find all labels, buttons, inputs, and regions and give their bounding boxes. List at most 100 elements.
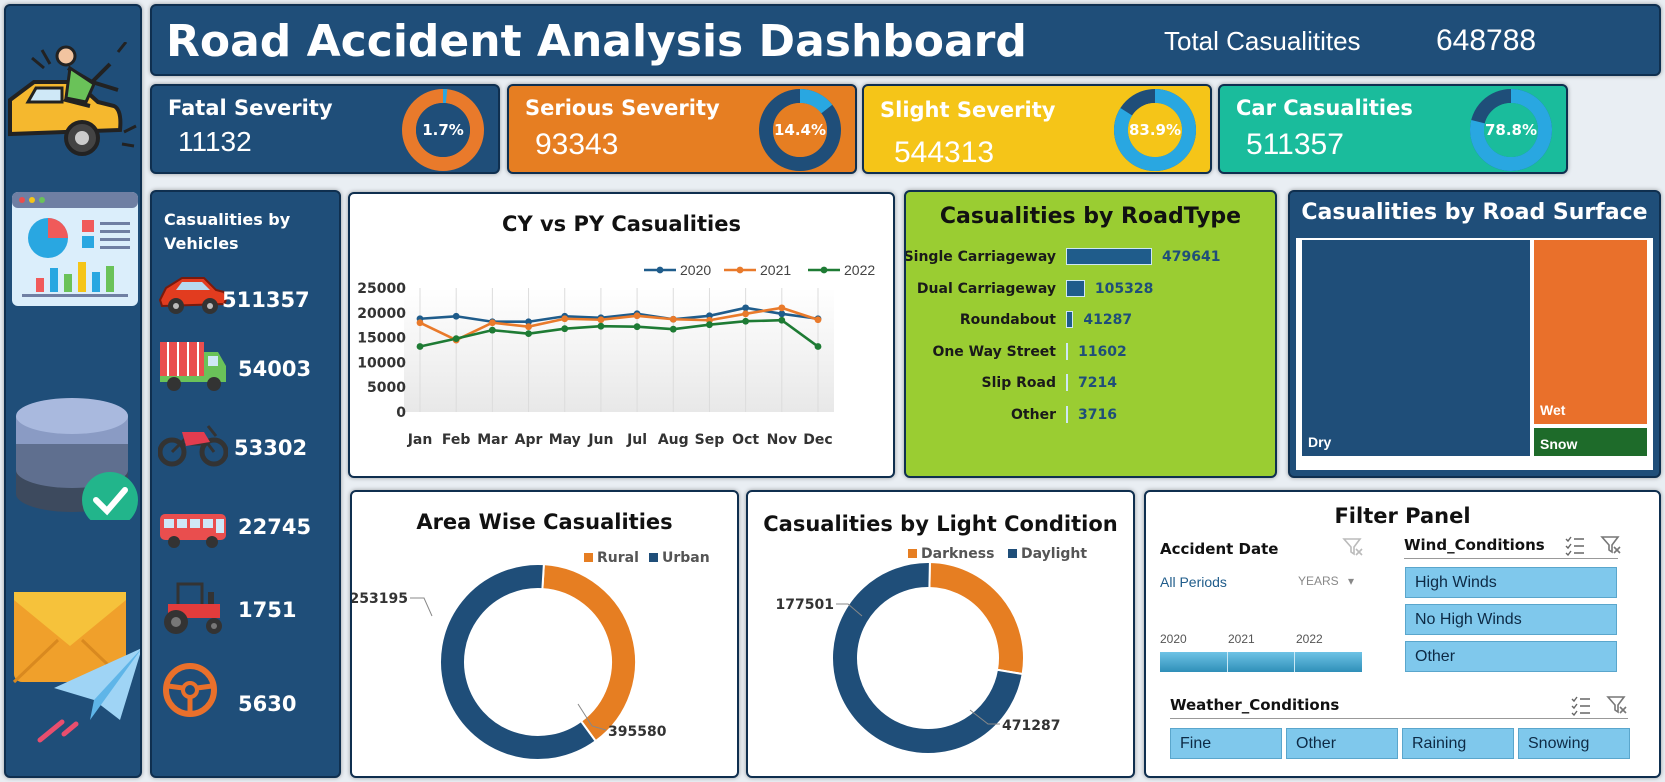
donut-slice	[541, 563, 637, 743]
wind-option-button[interactable]: Other	[1405, 641, 1617, 672]
kpi-title: Slight Severity	[880, 98, 1056, 122]
kpi-title: Car Casualities	[1236, 96, 1413, 120]
multi-select-icon[interactable]	[1564, 534, 1586, 556]
area-wise-chart: Area Wise Casualities 253195 395580 Rural U…	[350, 490, 739, 778]
data-point	[597, 322, 605, 330]
legend-label: Daylight	[1021, 546, 1087, 562]
clear-filter-icon[interactable]	[1600, 534, 1622, 556]
bar[interactable]	[1066, 374, 1068, 391]
treemap-label: Wet	[1540, 402, 1566, 418]
kpi-value: 511357	[1246, 128, 1344, 161]
bar-category-label: Roundabout	[959, 312, 1056, 328]
data-point	[669, 315, 677, 323]
bar[interactable]	[1066, 405, 1068, 423]
header-bar: Road Accident Analysis Dashboard Total C…	[150, 4, 1661, 76]
left-sidebar	[4, 4, 142, 778]
weather-option-button[interactable]: Raining	[1402, 728, 1514, 759]
wind-option-button[interactable]: High Winds	[1405, 567, 1617, 598]
dashboard-chart-icon[interactable]	[12, 192, 138, 306]
wind-option-button[interactable]: No High Winds	[1405, 604, 1617, 635]
weather-option-button[interactable]: Other	[1286, 728, 1398, 759]
timeline-bar[interactable]	[1160, 652, 1362, 672]
donut-slice	[928, 560, 1025, 676]
vehicles-panel: Casualities by Vehicles 511357 54003 533…	[150, 190, 341, 778]
bar-value-label: 7214	[1078, 375, 1117, 391]
accident-date-label: Accident Date	[1160, 540, 1279, 558]
kpi-title: Fatal Severity	[168, 96, 333, 120]
data-point	[488, 326, 496, 334]
kpi-donut: 83.9%	[1114, 89, 1196, 171]
kpi-donut-label: 78.8%	[1485, 121, 1537, 139]
treemap-cell-wet[interactable]: Wet	[1534, 240, 1647, 424]
wind-conditions-label: Wind_Conditions	[1404, 536, 1545, 554]
timeline-year: 2022	[1296, 632, 1323, 646]
y-tick-label: 25000	[357, 281, 406, 297]
database-check-icon[interactable]	[12, 390, 138, 520]
clear-filter-icon[interactable]	[1606, 694, 1628, 716]
bar[interactable]	[1066, 279, 1085, 297]
bar[interactable]	[1066, 311, 1074, 328]
treemap-cell-dry[interactable]: Dry	[1302, 240, 1530, 456]
kpi-card: Slight Severity 544313 83.9%	[862, 84, 1212, 174]
bar[interactable]	[1066, 248, 1152, 265]
legend-swatch	[1008, 549, 1017, 558]
mail-send-icon[interactable]	[10, 588, 142, 748]
data-point	[778, 310, 786, 318]
years-dropdown[interactable]: YEARS ▾	[1298, 574, 1354, 588]
all-periods-link[interactable]: All Periods	[1160, 574, 1227, 590]
vehicle-value: 5630	[238, 692, 297, 716]
road-type-rows: Single Carriageway 479641 Dual Carriageway…	[906, 192, 1275, 476]
x-tick-label: Apr	[515, 432, 543, 448]
data-point	[525, 323, 532, 331]
treemap-label: Dry	[1308, 434, 1332, 450]
clear-filter-icon[interactable]	[1342, 536, 1364, 558]
multi-select-icon[interactable]	[1570, 694, 1592, 716]
area-donut-svg: 253195 395580 Rural Urban	[352, 550, 710, 761]
vehicle-value: 22745	[238, 515, 312, 539]
data-point	[561, 315, 569, 323]
light-donut-svg: 177501 471287 Darkness Daylight	[776, 546, 1087, 755]
data-point	[742, 317, 750, 325]
bar-value-label: 41287	[1083, 312, 1133, 328]
bar-category-label: Other	[1011, 406, 1056, 423]
kpi-donut-label: 1.7%	[422, 121, 464, 139]
kpi-donut-label: 14.4%	[774, 121, 826, 139]
data-point	[416, 319, 424, 327]
treemap-cell-snow[interactable]: Snow	[1534, 428, 1647, 456]
legend-label: 2021	[760, 262, 791, 278]
kpi-card: Fatal Severity 11132 1.7%	[150, 84, 500, 174]
kpi-title: Serious Severity	[525, 96, 720, 120]
bar[interactable]	[1066, 342, 1069, 360]
timeline-year: 2021	[1228, 632, 1255, 646]
legend-label: 2022	[844, 262, 875, 278]
car-crash-icon[interactable]	[6, 42, 142, 162]
cy-vs-py-chart: CY vs PY Casualities Jan Feb Mar Apr May Jun J…	[348, 192, 895, 478]
kpi-value: 93343	[535, 128, 619, 161]
data-point	[706, 321, 713, 329]
y-tick-label: 10000	[357, 355, 406, 371]
x-tick-label: Jul	[626, 432, 647, 448]
weather-option-button[interactable]: Snowing	[1518, 728, 1630, 759]
page-title: Road Accident Analysis Dashboard	[166, 16, 1027, 67]
weather-conditions-label: Weather_Conditions	[1170, 696, 1340, 714]
data-point	[452, 312, 460, 320]
data-point	[561, 325, 569, 333]
filter-panel: Filter Panel Accident Date All Periods Y…	[1144, 490, 1661, 778]
data-point	[416, 343, 424, 350]
line-chart-svg: Jan Feb Mar Apr May Jun Jul Aug Sep Oct Nov Dec 2500…	[357, 262, 875, 448]
weather-option-button[interactable]: Fine	[1170, 728, 1282, 759]
data-point	[814, 343, 822, 350]
x-tick-label: Nov	[767, 432, 797, 448]
x-tick-label: Jan	[407, 432, 433, 448]
motorcycle-icon	[158, 425, 228, 467]
kpi-value: 11132	[178, 126, 252, 157]
data-point	[452, 335, 460, 342]
legend-label: 2020	[680, 262, 711, 278]
legend-swatch	[908, 549, 917, 558]
kpi-donut-label: 83.9%	[1129, 121, 1181, 139]
data-point	[669, 325, 677, 333]
chart-title: Casualities by Road Surface	[1301, 200, 1648, 225]
tractor-icon	[164, 582, 222, 634]
total-casualties-label: Total Casualitites	[1164, 26, 1361, 56]
vehicles-title: Casualities by Vehicles	[164, 210, 291, 253]
